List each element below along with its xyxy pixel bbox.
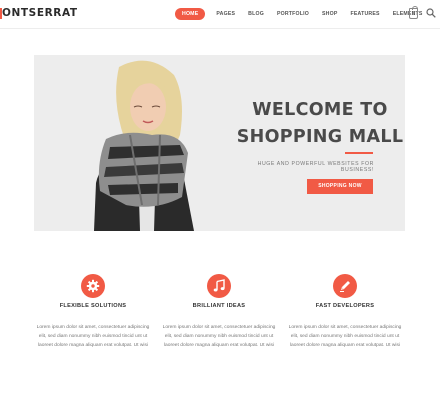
feature-text-line: Lorem ipsum dolor sit amet, consectetuer… xyxy=(162,325,276,330)
cart-count: 0 xyxy=(412,11,415,17)
pencil-icon xyxy=(333,274,357,298)
shopping-now-button[interactable]: SHOPPING NOW xyxy=(307,179,373,194)
nav-elements[interactable]: ELEMENTS xyxy=(393,11,423,17)
hero-title-underline xyxy=(345,152,373,154)
feature-text-line: elit, sed diam nonummy nibh euismod tinc… xyxy=(290,334,400,339)
feature-text-line: elit, sed diam nonummy nibh euismod tinc… xyxy=(164,334,274,339)
music-note-icon xyxy=(207,274,231,298)
search-icon[interactable] xyxy=(426,8,436,18)
gear-icon xyxy=(81,274,105,298)
feature-title: FLEXIBLE SOLUTIONS xyxy=(59,303,127,309)
feature-text-line: laoreet dolore magna aliquam erat volutp… xyxy=(37,343,149,348)
feature-text-line: Lorem ipsum dolor sit amet, consectetuer… xyxy=(288,325,402,330)
nav-portfolio[interactable]: PORTFOLIO xyxy=(277,11,309,17)
cart-icon[interactable]: 0 xyxy=(409,6,418,19)
site-logo[interactable]: ONTSERRAT xyxy=(2,7,78,19)
hero-subtitle: HUGE AND POWERFUL WEBSITES FOR BUSINESS! xyxy=(257,161,374,173)
nav-blog[interactable]: BLOG xyxy=(248,11,264,17)
main-nav: HOME PAGES BLOG PORTFOLIO SHOP FEATURES … xyxy=(175,7,436,20)
nav-home[interactable]: HOME xyxy=(175,7,206,20)
feature-text-line: laoreet dolore magna aliquam erat volutp… xyxy=(289,343,401,348)
feature-title: BRILLIANT IDEAS xyxy=(192,303,246,309)
feature-text-line: laoreet dolore magna aliquam erat volutp… xyxy=(163,343,275,348)
feature-text: Lorem ipsum dolor sit amet, consectetuer… xyxy=(34,323,152,350)
feature-text-line: Lorem ipsum dolor sit amet, consectetuer… xyxy=(36,325,150,330)
feature-text-line: elit, sed diam nonummy nibh euismod tinc… xyxy=(38,334,148,339)
feature-fast-developers: FAST DEVELOPERS Lorem ipsum dolor sit am… xyxy=(286,274,404,350)
nav-pages[interactable]: PAGES xyxy=(216,11,235,17)
nav-shop[interactable]: SHOP xyxy=(322,11,338,17)
feature-text: Lorem ipsum dolor sit amet, consectetuer… xyxy=(160,323,278,350)
hero-title: WELCOME TO SHOPPING MALL xyxy=(230,97,405,151)
hero-banner: WELCOME TO SHOPPING MALL HUGE AND POWERF… xyxy=(34,55,405,231)
feature-text: Lorem ipsum dolor sit amet, consectetuer… xyxy=(286,323,404,350)
feature-flexible-solutions: FLEXIBLE SOLUTIONS Lorem ipsum dolor sit… xyxy=(34,274,152,350)
feature-title: FAST DEVELOPERS xyxy=(315,303,375,309)
header-divider xyxy=(0,28,440,29)
hero-title-line1: WELCOME TO xyxy=(252,100,388,120)
site-header: ONTSERRAT HOME PAGES BLOG PORTFOLIO SHOP… xyxy=(0,0,440,28)
feature-brilliant-ideas: BRILLIANT IDEAS Lorem ipsum dolor sit am… xyxy=(160,274,278,350)
hero-title-line2: SHOPPING MALL xyxy=(236,127,404,147)
hero-model-image xyxy=(34,55,224,231)
nav-features[interactable]: FEATURES xyxy=(351,11,380,17)
